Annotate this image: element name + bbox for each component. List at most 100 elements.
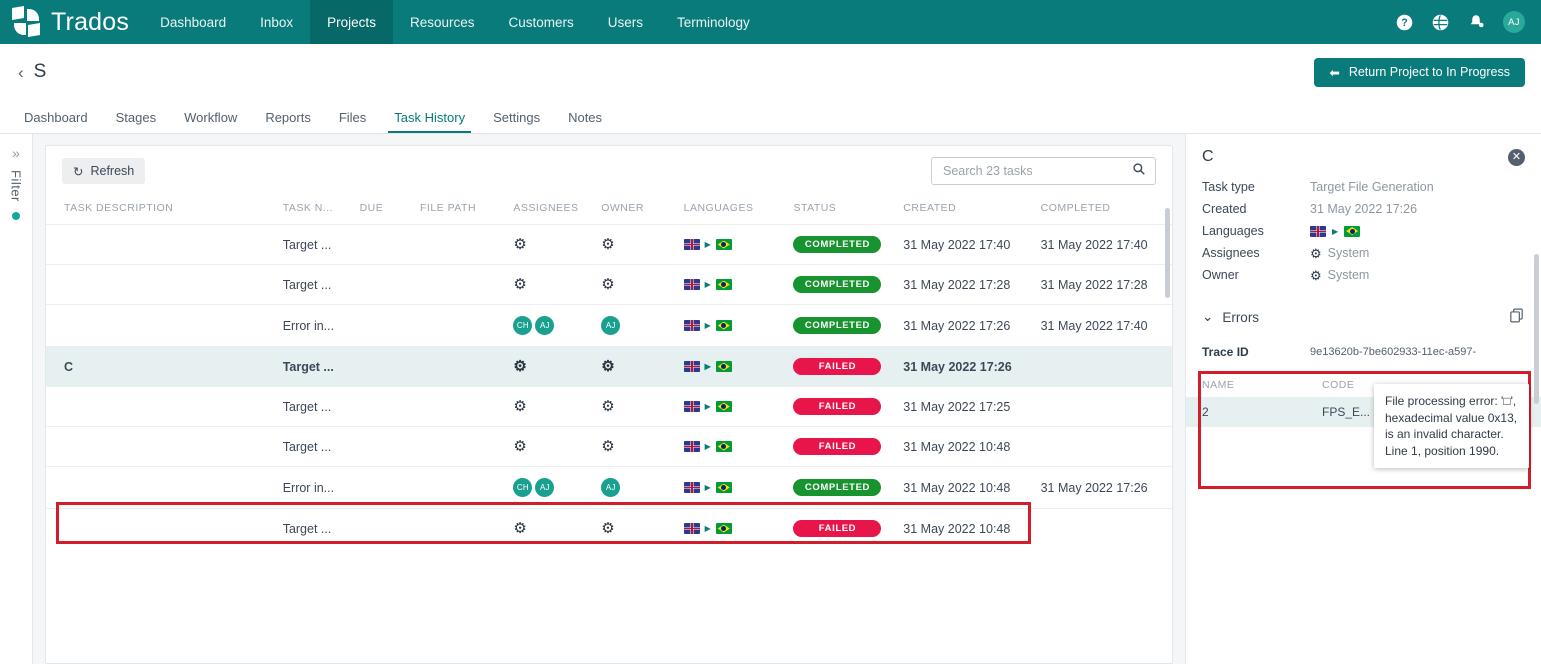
cell-due (353, 264, 414, 305)
col-task-name[interactable]: TASK N... (276, 196, 354, 225)
flag-uk-icon (683, 239, 700, 250)
avatar[interactable]: AJ (601, 478, 621, 497)
status-badge: COMPLETED (793, 479, 882, 496)
avatar[interactable]: AJ (601, 316, 621, 335)
col-assignees[interactable]: ASSIGNEES (507, 196, 596, 225)
table-row[interactable]: Error in... CH AJ AJ ▶ COMPLETED 31 May 2022 1… (46, 466, 1172, 509)
avatar[interactable]: AJ (535, 478, 555, 497)
cell-file-path (413, 386, 508, 427)
tab-settings[interactable]: Settings (479, 110, 554, 133)
detail-field: Created 31 May 2022 17:26 (1186, 198, 1541, 220)
close-icon[interactable]: ✕ (1508, 148, 1525, 166)
detail-field-value: ⚙ System (1310, 268, 1369, 282)
nav-item-inbox[interactable]: Inbox (243, 0, 310, 44)
col-owner[interactable]: OWNER (595, 196, 678, 225)
col-due[interactable]: DUE (353, 196, 414, 225)
tab-reports[interactable]: Reports (251, 110, 325, 133)
table-row[interactable]: Target ... ⚙ ⚙ ▶ FAILED 31 May 2022 10:48 (46, 508, 1172, 548)
tab-task-history[interactable]: Task History (380, 110, 479, 133)
detail-header: C ✕ (1186, 134, 1541, 176)
help-icon[interactable]: ? (1395, 13, 1413, 31)
chevron-down-icon[interactable]: ⌄ (1202, 309, 1213, 325)
gear-icon: ⚙ (513, 276, 527, 293)
cell-task-description (46, 304, 277, 347)
project-tabs: Dashboard Stages Workflow Reports Files … (0, 100, 1541, 134)
user-avatar[interactable]: AJ (1503, 11, 1525, 33)
globe-icon[interactable] (1431, 13, 1449, 31)
cell-status: COMPLETED (787, 304, 898, 347)
cell-owner: AJ (595, 466, 678, 509)
nav-item-customers[interactable]: Customers (491, 0, 590, 44)
return-project-button[interactable]: ⬅ Return Project to In Progress (1314, 57, 1525, 87)
cell-assignees: ⚙ (507, 264, 596, 305)
copy-icon[interactable] (1508, 307, 1525, 327)
cell-status: FAILED (787, 508, 898, 548)
detail-panel-scrollbar[interactable] (1534, 254, 1539, 404)
cell-created: 31 May 2022 10:48 (897, 426, 1035, 467)
col-created[interactable]: CREATED (897, 196, 1035, 225)
cell-due (353, 466, 414, 509)
tab-files[interactable]: Files (325, 110, 380, 133)
filter-label[interactable]: Filter (9, 170, 24, 202)
table-row[interactable]: Target ... ⚙ ⚙ ▶ COMPLETED 31 May 2022 17:28 3… (46, 264, 1172, 305)
flag-br-icon (715, 401, 732, 412)
cell-file-path (413, 304, 508, 347)
col-file-path[interactable]: FILE PATH (413, 196, 508, 225)
table-row[interactable]: Error in... CH AJ AJ ▶ COMPLETED 31 May 2022 1… (46, 304, 1172, 347)
cell-assignees: ⚙ (507, 346, 596, 387)
detail-field-label: Owner (1202, 268, 1239, 282)
cell-file-path (413, 508, 508, 548)
gear-icon: ⚙ (601, 276, 615, 293)
col-status[interactable]: STATUS (787, 196, 898, 225)
nav-item-dashboard[interactable]: Dashboard (143, 0, 243, 44)
nav-item-projects[interactable]: Projects (310, 0, 393, 44)
tab-workflow[interactable]: Workflow (170, 110, 251, 133)
table-row[interactable]: Target ... ⚙ ⚙ ▶ FAILED 31 May 2022 10:48 (46, 426, 1172, 467)
arrow-right-icon: ▶ (704, 402, 711, 411)
trados-logo-icon (12, 5, 42, 38)
arrow-right-icon: ▶ (1332, 226, 1339, 236)
error-tooltip: File processing error: '□', hexadecimal … (1374, 384, 1529, 469)
col-languages[interactable]: LANGUAGES (677, 196, 788, 225)
table-row[interactable]: C Target ... ⚙ ⚙ ▶ FAILED 31 May 2022 17:26 (46, 346, 1172, 387)
table-scrollbar[interactable] (1165, 208, 1170, 298)
search-box[interactable] (931, 157, 1156, 185)
nav-item-terminology[interactable]: Terminology (660, 0, 767, 44)
cell-task-description (46, 426, 277, 467)
tab-notes[interactable]: Notes (554, 110, 616, 133)
search-icon[interactable] (1132, 162, 1146, 181)
arrow-right-icon: ▶ (704, 362, 711, 371)
nav-item-users[interactable]: Users (591, 0, 660, 44)
search-input[interactable] (941, 163, 1132, 179)
tasks-toolbar: ↻ Refresh (46, 146, 1172, 196)
tab-stages[interactable]: Stages (102, 110, 170, 133)
cell-languages: ▶ (677, 466, 788, 509)
detail-field-label: Task type (1202, 180, 1255, 194)
flag-uk-icon (683, 320, 700, 331)
avatar[interactable]: CH (513, 316, 533, 335)
cell-status: FAILED (787, 386, 898, 427)
cell-due (353, 224, 414, 265)
nav-item-resources[interactable]: Resources (393, 0, 492, 44)
cell-assignees: ⚙ (507, 386, 596, 427)
avatar[interactable]: AJ (535, 316, 555, 335)
detail-field: Languages ▶ (1186, 220, 1541, 242)
table-row[interactable]: Target ... ⚙ ⚙ ▶ COMPLETED 31 May 2022 17:40 3… (46, 224, 1172, 265)
errors-section-header[interactable]: ⌄ Errors (1186, 294, 1541, 335)
arrow-right-icon: ▶ (704, 524, 711, 533)
notifications-bell-icon[interactable] (1467, 13, 1485, 31)
cell-due (353, 304, 414, 347)
tab-dashboard[interactable]: Dashboard (10, 110, 102, 133)
detail-title: C (1202, 148, 1214, 165)
avatar[interactable]: CH (513, 478, 533, 497)
chevron-double-right-icon[interactable]: » (12, 146, 20, 160)
gear-icon: ⚙ (513, 398, 527, 415)
col-completed[interactable]: COMPLETED (1034, 196, 1172, 225)
flag-uk-icon (683, 482, 700, 493)
col-task-description[interactable]: TASK DESCRIPTION (46, 196, 277, 225)
back-chevron-icon[interactable]: ‹ (16, 64, 34, 81)
table-row[interactable]: Target ... ⚙ ⚙ ▶ FAILED 31 May 2022 17:25 (46, 386, 1172, 427)
refresh-button[interactable]: ↻ Refresh (62, 158, 146, 184)
brand-logo[interactable]: Trados (0, 0, 143, 44)
detail-field: Assignees ⚙ System (1186, 242, 1541, 264)
